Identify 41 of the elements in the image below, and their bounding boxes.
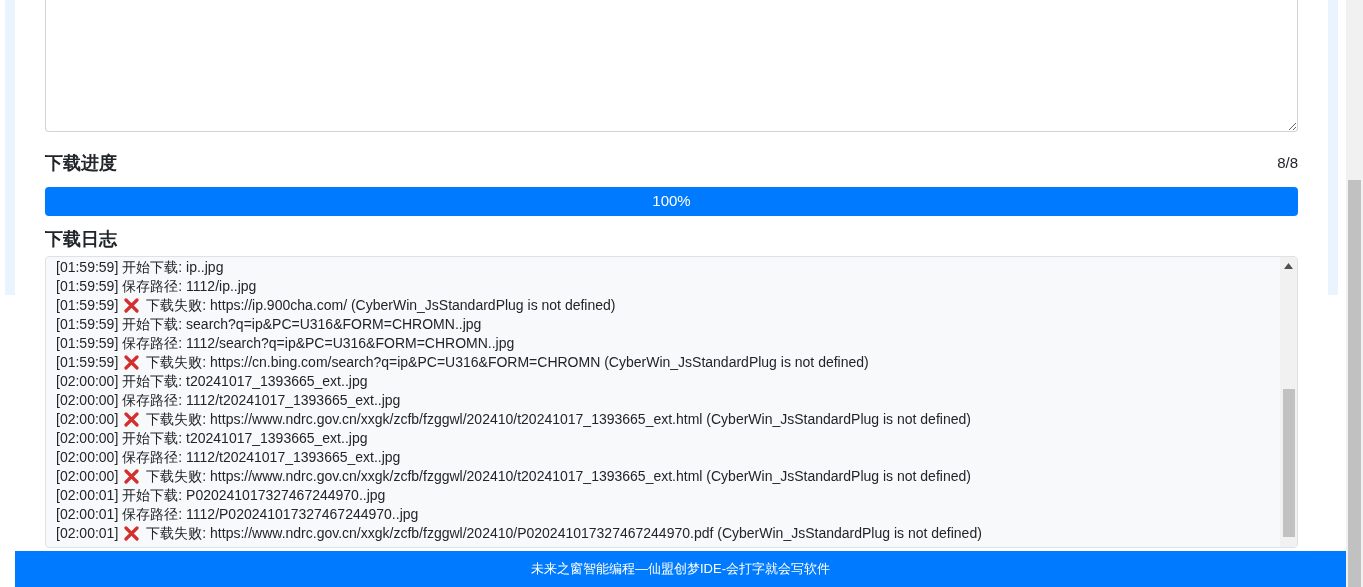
log-message: 保存路径: 1112/t20241017_1393665_ext..jpg — [122, 391, 401, 410]
log-time: [01:59:59] — [56, 296, 119, 315]
log-message: 保存路径: 1112/search?q=ip&PC=U316&FORM=CHROMN..jpg — [122, 334, 515, 353]
log-time: [02:00:01] — [56, 505, 119, 524]
log-time: [02:00:00] — [56, 429, 119, 448]
log-time: [01:59:59] — [56, 334, 119, 353]
log-time: [02:00:00] — [56, 372, 119, 391]
log-message: 开始下载: ip..jpg — [122, 258, 224, 277]
progress-count: 8/8 — [1277, 153, 1298, 174]
scrollbar-thumb[interactable] — [1282, 389, 1295, 537]
progress-fill: 100% — [45, 187, 1298, 216]
text-area[interactable] — [45, 0, 1298, 132]
scroll-up-icon[interactable] — [1284, 263, 1293, 269]
log-time: [02:00:00] — [56, 448, 119, 467]
log-message: 保存路径: 1112/t20241017_1393665_ext..jpg — [122, 448, 401, 467]
scrollbar-thumb[interactable] — [1348, 180, 1361, 587]
log-time: [02:00:00] — [56, 391, 119, 410]
log-message: 下载失败: https://cn.bing.com/search?q=ip&PC=U316&FORM=CHROMN (CyberWin_JsStandardPlug is not defined) — [146, 353, 869, 372]
log-message: 开始下载: P020241017327467244970..jpg — [122, 486, 386, 505]
log-message: 下载失败: https://www.ndrc.gov.cn/xxgk/zcfb/fzggwl/202410/t20241017_1393665_ext.html (CyberWin_JsStandardPlug is not defined) — [146, 467, 971, 486]
log-time: [01:59:59] — [56, 258, 119, 277]
scrollbar[interactable] — [1280, 257, 1297, 547]
log-message: 开始下载: search?q=ip&PC=U316&FORM=CHROMN..jpg — [122, 315, 482, 334]
page-scrollbar[interactable] — [1346, 0, 1363, 587]
section-heading: 下载进度 — [45, 152, 117, 175]
log-time: [01:59:59] — [56, 353, 119, 372]
log-message: 下载失败: https://ip.900cha.com/ (CyberWin_JsStandardPlug is not defined) — [146, 296, 616, 315]
log-time: [02:00:01] — [56, 524, 119, 543]
log-message: 下载失败: https://www.ndrc.gov.cn/xxgk/zcfb/fzggwl/202410/t20241017_1393665_ext.html (CyberWin_JsStandardPlug is not defined) — [146, 410, 971, 429]
footer-text: 未来之窗智能编程—仙盟创梦IDE-会打字就会写软件 — [531, 560, 830, 579]
log-message: 下载失败: https://www.ndrc.gov.cn/xxgk/zcfb/fzggwl/202410/P020241017327467244970.pdf (CyberWin_JsStandardPlug is not defined) — [146, 524, 982, 543]
log-time: [02:00:00] — [56, 467, 119, 486]
log-time: [02:00:01] — [56, 486, 119, 505]
section-heading: 下载日志 — [45, 228, 118, 251]
log-message: 开始下载: t20241017_1393665_ext..jpg — [122, 372, 368, 391]
log-message: 保存路径: 1112/ip..jpg — [122, 277, 257, 296]
log-time: [01:59:59] — [56, 315, 119, 334]
log-message: 保存路径: 1112/P020241017327467244970..jpg — [122, 505, 419, 524]
log-message: 开始下载: t20241017_1393665_ext..jpg — [122, 429, 368, 448]
log-time: [02:00:00] — [56, 410, 119, 429]
log-time: [01:59:59] — [56, 277, 119, 296]
